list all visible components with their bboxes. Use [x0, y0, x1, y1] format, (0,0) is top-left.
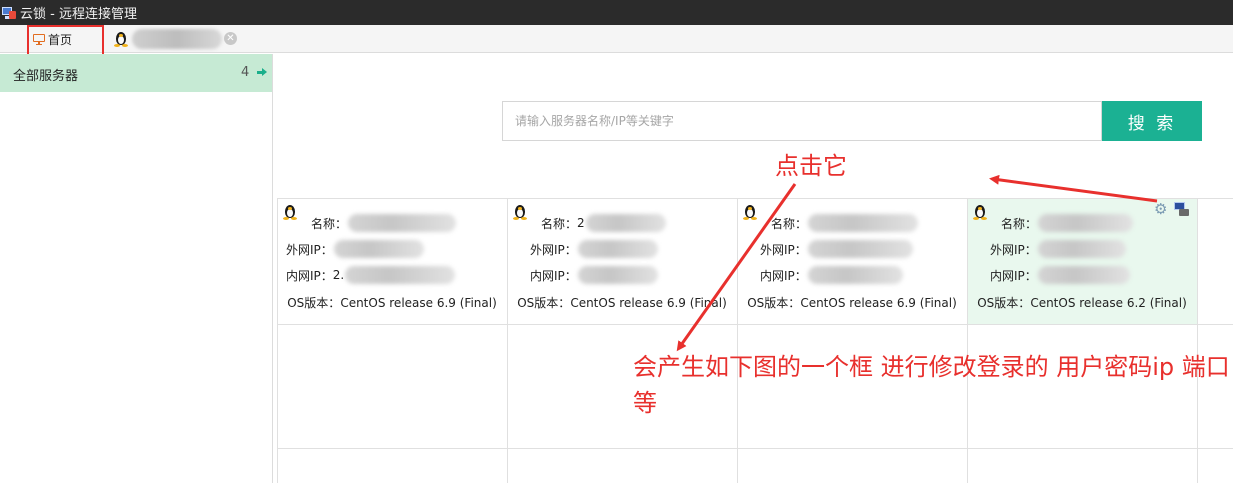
server-card-hovered[interactable]: 名称： 外网IP： 内网IP： OS版本：CentOS release 6.2 … [967, 198, 1197, 324]
server-os-value: CentOS release 6.2 (Final) [1030, 296, 1187, 310]
remote-connect-icon[interactable] [1174, 202, 1190, 216]
grid-line [277, 198, 278, 483]
grid-line [507, 198, 508, 483]
annotation-description: 会产生如下图的一个框 进行修改登录的 用户密码ip 端口等 [633, 353, 1230, 417]
server-name-value: 2 [577, 216, 585, 230]
tab-home-label: 首页 [48, 32, 73, 47]
redaction-blur [1037, 266, 1130, 284]
server-lan-row: 内网IP： 2. [286, 266, 456, 284]
server-name-row: 名称： [1001, 214, 1134, 232]
redaction-blur [807, 266, 903, 284]
redaction-blur [807, 240, 913, 258]
monitor-icon [33, 33, 45, 45]
server-os-row: OS版本：CentOS release 6.2 (Final) [977, 296, 1187, 310]
redaction-blur [1038, 214, 1134, 232]
server-name-label: 名称 [311, 216, 336, 231]
server-grid: 名称： 外网IP： 内网IP： 2. OS版本：CentOS release 6.… [277, 198, 1233, 483]
grid-line [277, 324, 1233, 325]
server-wan-row: 外网IP： [760, 240, 913, 258]
penguin-icon [513, 203, 527, 220]
penguin-icon [973, 203, 987, 220]
tab-server-label-redacted [132, 28, 222, 49]
app-logo-icon [2, 6, 16, 20]
sidebar-item-label: 全部服务器 [13, 69, 79, 84]
server-lan-row: 内网IP： [990, 266, 1130, 284]
redaction-blur [1037, 240, 1126, 258]
server-os-value: CentOS release 6.9 (Final) [340, 296, 497, 310]
server-card[interactable]: 名称： 外网IP： 内网IP： OS版本：CentOS release 6.9 … [737, 198, 967, 324]
server-wan-label: 外网IP [990, 242, 1025, 257]
close-icon[interactable]: ✕ [224, 32, 237, 45]
server-lan-label: 内网IP [990, 268, 1025, 283]
redaction-blur [333, 240, 424, 258]
server-wan-label: 外网IP [286, 242, 321, 257]
server-lan-row: 内网IP： [760, 266, 903, 284]
server-wan-label: 外网IP [760, 242, 795, 257]
server-lan-row: 内网IP： [530, 266, 658, 284]
server-os-row: OS版本：CentOS release 6.9 (Final) [287, 296, 497, 310]
gear-icon[interactable]: ⚙ [1154, 200, 1167, 218]
server-wan-row: 外网IP： [286, 240, 424, 258]
search-input[interactable] [502, 101, 1102, 141]
redaction-blur [585, 214, 666, 232]
server-name-label: 名称 [541, 216, 566, 231]
server-wan-label: 外网IP [530, 242, 565, 257]
search-button[interactable]: 搜 索 [1102, 101, 1202, 141]
sidebar-item-all-servers[interactable]: 全部服务器 4 [0, 54, 272, 92]
server-lan-label: 内网IP [530, 268, 565, 283]
grid-line [277, 198, 1233, 199]
server-card[interactable]: 名称： 2 外网IP： 内网IP： OS版本：CentOS release 6.9… [507, 198, 737, 324]
server-name-label: 名称 [1001, 216, 1026, 231]
sidebar-item-count: 4 [241, 65, 250, 80]
server-wan-row: 外网IP： [530, 240, 658, 258]
penguin-icon [743, 203, 757, 220]
server-os-row: OS版本：CentOS release 6.9 (Final) [517, 296, 727, 310]
grid-line [277, 448, 1233, 449]
server-os-value: CentOS release 6.9 (Final) [570, 296, 727, 310]
server-os-label: OS版本 [287, 296, 329, 310]
server-name-row: 名称： [311, 214, 457, 232]
tab-server[interactable]: ✕ [114, 25, 237, 52]
penguin-icon [283, 203, 297, 220]
server-card[interactable]: 名称： 外网IP： 内网IP： 2. OS版本：CentOS release 6.… [277, 198, 507, 324]
server-lan-label: 内网IP [286, 268, 321, 283]
server-lan-label: 内网IP [760, 268, 795, 283]
annotation-click-it: 点击它 [775, 152, 847, 180]
sidebar: 全部服务器 4 [0, 54, 273, 483]
server-os-label: OS版本 [747, 296, 789, 310]
server-wan-row: 外网IP： [990, 240, 1126, 258]
server-lan-value: 2. [332, 268, 345, 282]
server-name-row: 名称： 2 [541, 214, 666, 232]
redaction-blur [577, 266, 658, 284]
penguin-icon [114, 30, 128, 47]
window-title: 云锁 - 远程连接管理 [20, 7, 137, 22]
server-os-row: OS版本：CentOS release 6.9 (Final) [747, 296, 957, 310]
server-os-label: OS版本 [517, 296, 559, 310]
arrow-right-icon[interactable] [257, 68, 267, 77]
title-bar: 云锁 - 远程连接管理 [0, 0, 1233, 25]
grid-line [737, 198, 738, 483]
server-name-label: 名称 [771, 216, 796, 231]
grid-line [967, 198, 968, 483]
redaction-blur [808, 214, 919, 232]
server-os-value: CentOS release 6.9 (Final) [800, 296, 957, 310]
grid-line [1197, 198, 1198, 483]
server-os-label: OS版本 [977, 296, 1019, 310]
redaction-blur [348, 214, 457, 232]
redaction-blur [345, 266, 456, 284]
tab-bar: 首页 ✕ [0, 25, 1233, 59]
redaction-blur [577, 240, 658, 258]
server-name-row: 名称： [771, 214, 919, 232]
